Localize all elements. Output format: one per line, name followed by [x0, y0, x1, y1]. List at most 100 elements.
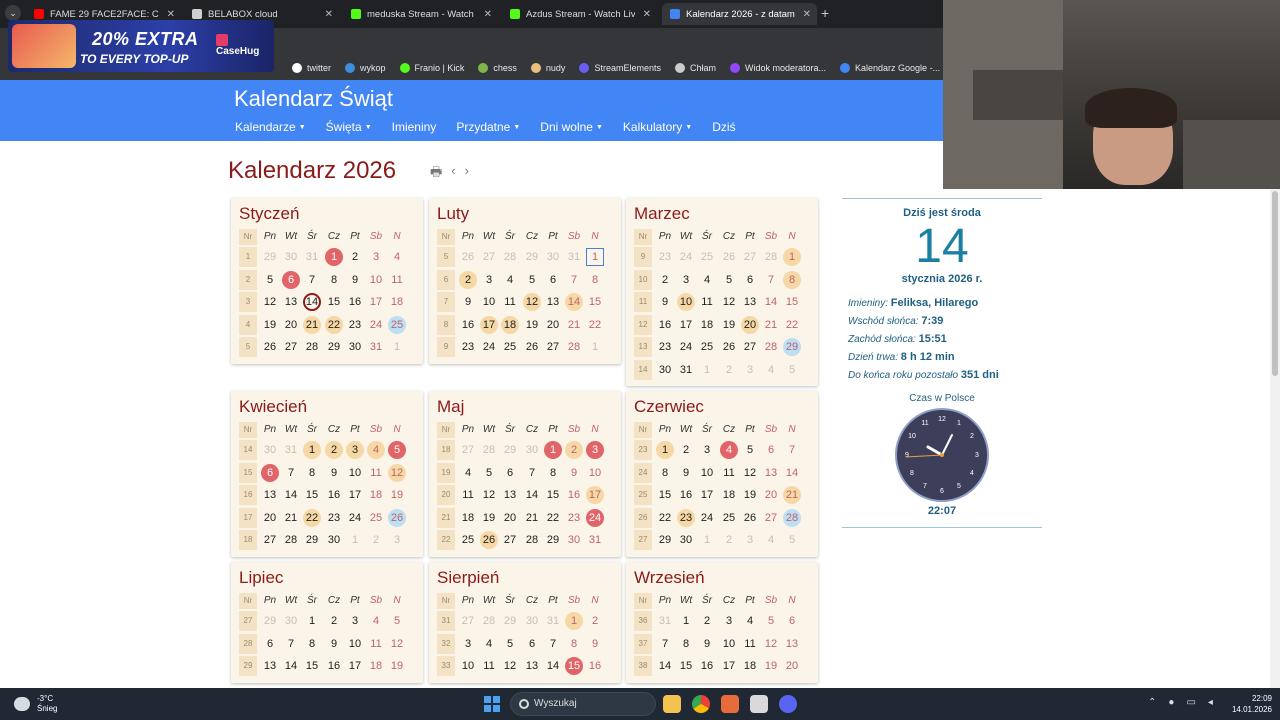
day-cell[interactable]: 27 [458, 611, 478, 631]
day-cell[interactable]: 10 [479, 292, 499, 312]
nav-item[interactable]: Kalendarze ▼ [235, 120, 306, 134]
tab-close-icon[interactable]: ✕ [325, 9, 333, 20]
nav-item[interactable]: Imieniny [392, 120, 437, 134]
month-name[interactable]: Wrzesień [634, 568, 705, 588]
day-cell[interactable]: 31 [543, 611, 563, 631]
day-cell[interactable]: 8 [302, 463, 322, 483]
day-cell[interactable]: 9 [676, 463, 696, 483]
day-cell[interactable]: 26 [479, 530, 499, 550]
browser-tab[interactable]: Kalendarz 2026 - z datami świą ✕ [662, 3, 817, 25]
nav-item[interactable]: Kalkulatory ▼ [623, 120, 692, 134]
day-cell[interactable]: 23 [324, 508, 344, 528]
day-cell[interactable]: 22 [782, 315, 802, 335]
day-cell[interactable]: 5 [761, 611, 781, 631]
day-cell[interactable]: 1 [585, 337, 605, 357]
day-cell[interactable]: 25 [697, 247, 717, 267]
day-cell[interactable]: 27 [761, 508, 781, 528]
day-cell[interactable]: 4 [458, 463, 478, 483]
day-cell[interactable]: 30 [543, 247, 563, 267]
day-cell[interactable]: 23 [655, 337, 675, 357]
day-cell[interactable]: 21 [761, 315, 781, 335]
day-cell[interactable]: 24 [479, 337, 499, 357]
day-cell[interactable]: 14 [302, 292, 322, 312]
nav-item[interactable]: Święta ▼ [326, 120, 372, 134]
day-cell[interactable]: 1 [676, 611, 696, 631]
day-cell[interactable]: 21 [564, 315, 584, 335]
day-cell[interactable]: 30 [564, 530, 584, 550]
day-cell[interactable]: 4 [387, 247, 407, 267]
day-cell[interactable]: 5 [387, 440, 407, 460]
day-cell[interactable]: 15 [782, 292, 802, 312]
day-cell[interactable]: 2 [324, 440, 344, 460]
day-cell[interactable]: 27 [543, 337, 563, 357]
day-cell[interactable]: 9 [564, 463, 584, 483]
day-cell[interactable]: 25 [719, 508, 739, 528]
tab-close-icon[interactable]: ✕ [643, 9, 651, 20]
day-cell[interactable]: 13 [761, 463, 781, 483]
day-cell[interactable]: 10 [345, 634, 365, 654]
day-cell[interactable]: 9 [324, 463, 344, 483]
day-cell[interactable]: 15 [543, 485, 563, 505]
day-cell[interactable]: 17 [585, 485, 605, 505]
day-cell[interactable]: 24 [585, 508, 605, 528]
day-cell[interactable]: 11 [740, 634, 760, 654]
day-cell[interactable]: 7 [782, 440, 802, 460]
day-cell[interactable]: 7 [543, 634, 563, 654]
day-cell[interactable]: 15 [324, 292, 344, 312]
day-cell[interactable]: 3 [740, 530, 760, 550]
day-cell[interactable]: 9 [585, 634, 605, 654]
day-cell[interactable]: 28 [479, 611, 499, 631]
day-cell[interactable]: 26 [458, 247, 478, 267]
day-cell[interactable]: 19 [522, 315, 542, 335]
day-cell[interactable]: 28 [761, 337, 781, 357]
day-cell[interactable]: 26 [260, 337, 280, 357]
day-cell[interactable]: 1 [345, 530, 365, 550]
day-cell[interactable]: 14 [543, 656, 563, 676]
day-cell[interactable]: 8 [782, 270, 802, 290]
day-cell[interactable]: 12 [387, 463, 407, 483]
day-cell[interactable]: 2 [676, 440, 696, 460]
day-cell[interactable]: 24 [676, 337, 696, 357]
day-cell[interactable]: 6 [740, 270, 760, 290]
month-name[interactable]: Maj [437, 397, 464, 417]
day-cell[interactable]: 8 [655, 463, 675, 483]
day-cell[interactable]: 1 [387, 337, 407, 357]
bookmark-item[interactable]: Widok moderatora... [723, 62, 833, 73]
day-cell[interactable]: 28 [522, 530, 542, 550]
day-cell[interactable]: 31 [676, 360, 696, 380]
day-cell[interactable]: 4 [366, 611, 386, 631]
day-cell[interactable]: 21 [302, 315, 322, 335]
file-explorer-icon[interactable] [663, 695, 681, 713]
day-cell[interactable]: 12 [719, 292, 739, 312]
day-cell[interactable]: 4 [366, 440, 386, 460]
day-cell[interactable]: 14 [522, 485, 542, 505]
bookmark-item[interactable]: nudy [524, 62, 573, 73]
month-name[interactable]: Styczeń [239, 204, 299, 224]
browser-tab[interactable]: meduska Stream - Watch Live o ✕ [343, 3, 498, 25]
day-cell[interactable]: 30 [260, 440, 280, 460]
day-cell[interactable]: 8 [543, 463, 563, 483]
day-cell[interactable]: 2 [585, 611, 605, 631]
day-cell[interactable]: 18 [366, 485, 386, 505]
day-cell[interactable]: 14 [281, 656, 301, 676]
print-icon[interactable]: 🖶 [430, 163, 442, 185]
volume-icon[interactable]: ◂ [1208, 697, 1213, 708]
day-cell[interactable]: 26 [719, 247, 739, 267]
day-cell[interactable]: 15 [564, 656, 584, 676]
day-cell[interactable]: 9 [345, 270, 365, 290]
discord-icon[interactable] [779, 695, 797, 713]
chrome-icon[interactable] [692, 695, 710, 713]
day-cell[interactable]: 29 [302, 530, 322, 550]
day-cell[interactable]: 16 [585, 656, 605, 676]
day-cell[interactable]: 4 [719, 440, 739, 460]
day-cell[interactable]: 27 [260, 530, 280, 550]
day-cell[interactable]: 1 [585, 247, 605, 267]
taskbar-search[interactable]: Wyszukaj [510, 692, 656, 716]
day-cell[interactable]: 11 [387, 270, 407, 290]
day-cell[interactable]: 25 [697, 337, 717, 357]
day-cell[interactable]: 30 [522, 440, 542, 460]
day-cell[interactable]: 10 [719, 634, 739, 654]
day-cell[interactable]: 20 [260, 508, 280, 528]
day-cell[interactable]: 2 [458, 270, 478, 290]
day-cell[interactable]: 19 [740, 485, 760, 505]
